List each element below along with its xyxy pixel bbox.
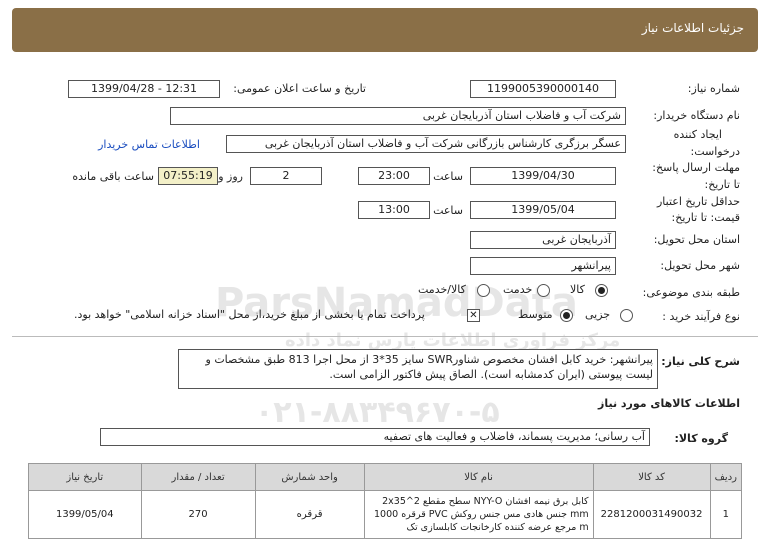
category-service-radio[interactable] — [537, 284, 550, 297]
category-label: طبقه بندی موضوعی: — [642, 286, 740, 299]
province-field[interactable]: آذربایجان غربی — [470, 231, 616, 249]
deadline-label-2: تا تاریخ: — [704, 178, 740, 191]
city-label: شهر محل تحویل: — [660, 259, 740, 272]
validity-time-label: ساعت — [433, 204, 463, 217]
city-field[interactable]: پیرانشهر — [470, 257, 616, 275]
contact-buyer-link[interactable]: اطلاعات تماس خریدار — [98, 138, 200, 151]
section-divider — [12, 336, 758, 337]
category-goods-radio[interactable] — [595, 284, 608, 297]
row-number: 1 — [709, 490, 743, 539]
col-row: ردیف — [709, 463, 743, 491]
col-date: تاریخ نیاز — [28, 463, 142, 491]
watermark-line1: مرکز فراوری اطلاعات پارس نماد داده — [285, 330, 621, 351]
deadline-date-field[interactable]: 1399/04/30 — [470, 167, 616, 185]
items-table: ردیف کد کالا نام کالا واحد شمارش تعداد /… — [28, 463, 743, 539]
remaining-label: ساعت باقی مانده — [72, 170, 154, 183]
items-table-header: ردیف کد کالا نام کالا واحد شمارش تعداد /… — [28, 463, 743, 491]
description-text: پیرانشهر: خرید کابل افشان مخصوص شناورSWR… — [205, 353, 653, 381]
title-bar: جزئیات اطلاعات نیاز — [12, 8, 758, 52]
process-minor-label: جزیی — [585, 308, 611, 321]
creator-label-1: ایجاد کننده — [673, 128, 722, 141]
goods-group-field[interactable]: آب رسانی؛ مدیریت پسماند، فاضلاب و فعالیت… — [100, 428, 650, 446]
watermark-phone: ۰۲۱-۸۸۳۴۹۶۷۰-۵ — [255, 395, 500, 430]
col-qty: تعداد / مقدار — [140, 463, 256, 491]
deadline-time-label: ساعت — [433, 170, 463, 183]
days-field[interactable]: 2 — [250, 167, 322, 185]
category-service-label: خدمت — [503, 283, 533, 296]
description-box: پیرانشهر: خرید کابل افشان مخصوص شناورSWR… — [178, 349, 658, 389]
row-code: 2281200031490032 — [592, 490, 711, 539]
announce-field[interactable]: 1399/04/28 - 12:31 — [68, 80, 220, 98]
process-medium-label: متوسط — [518, 308, 553, 321]
buyer-label: نام دستگاه خریدار: — [653, 109, 740, 122]
category-goods-service-label: کالا/خدمت — [418, 283, 466, 296]
process-minor-radio[interactable] — [620, 309, 633, 322]
days-label: روز و — [218, 170, 243, 183]
announce-label: تاریخ و ساعت اعلان عمومی: — [233, 82, 366, 95]
validity-label-1: حداقل تاریخ اعتبار — [656, 195, 740, 208]
deadline-label-1: مهلت ارسال پاسخ: — [652, 161, 740, 174]
table-row[interactable]: 1 2281200031490032 کابل برق نیمه افشان N… — [28, 490, 743, 539]
creator-field[interactable]: عسگر برزگری کارشناس بازرگانی شرکت آب و ف… — [226, 135, 626, 153]
validity-label-2: قیمت: تا تاریخ: — [671, 211, 740, 224]
need-number-field[interactable]: 1199005390000140 — [470, 80, 616, 98]
category-goods-service-radio[interactable] — [477, 284, 490, 297]
validity-time-field[interactable]: 13:00 — [358, 201, 430, 219]
treasury-payment-checkbox[interactable]: ✕ — [467, 309, 480, 322]
row-name: کابل برق نیمه افشان NYY-O سطح مقطع 2^2x3… — [363, 490, 594, 539]
row-qty: 270 — [140, 490, 256, 539]
category-goods-label: کالا — [570, 283, 585, 296]
row-date: 1399/05/04 — [28, 490, 142, 539]
province-label: استان محل تحویل: — [653, 233, 740, 246]
creator-label-2: درخواست: — [690, 145, 740, 158]
deadline-time-field[interactable]: 23:00 — [358, 167, 430, 185]
row-unit: قرقره — [254, 490, 365, 539]
need-number-label: شماره نیاز: — [687, 82, 740, 95]
col-code: کد کالا — [592, 463, 711, 491]
goods-section-title: اطلاعات کالاهای مورد نیاز — [598, 397, 740, 410]
treasury-payment-note: پرداخت تمام یا بخشی از مبلغ خرید،از محل … — [74, 308, 425, 321]
page-title: جزئیات اطلاعات نیاز — [641, 21, 744, 35]
buyer-field[interactable]: شرکت آب و فاضلاب استان آذربایجان غربی — [170, 107, 626, 125]
process-label: نوع فرآیند خرید : — [662, 310, 740, 323]
col-unit: واحد شمارش — [254, 463, 365, 491]
validity-date-field[interactable]: 1399/05/04 — [470, 201, 616, 219]
col-name: نام کالا — [363, 463, 594, 491]
remaining-time-field: 07:55:19 — [158, 167, 218, 185]
process-medium-radio[interactable] — [560, 309, 573, 322]
goods-group-label: گروه کالا: — [674, 432, 728, 445]
description-label: شرح کلی نیاز: — [661, 355, 740, 368]
